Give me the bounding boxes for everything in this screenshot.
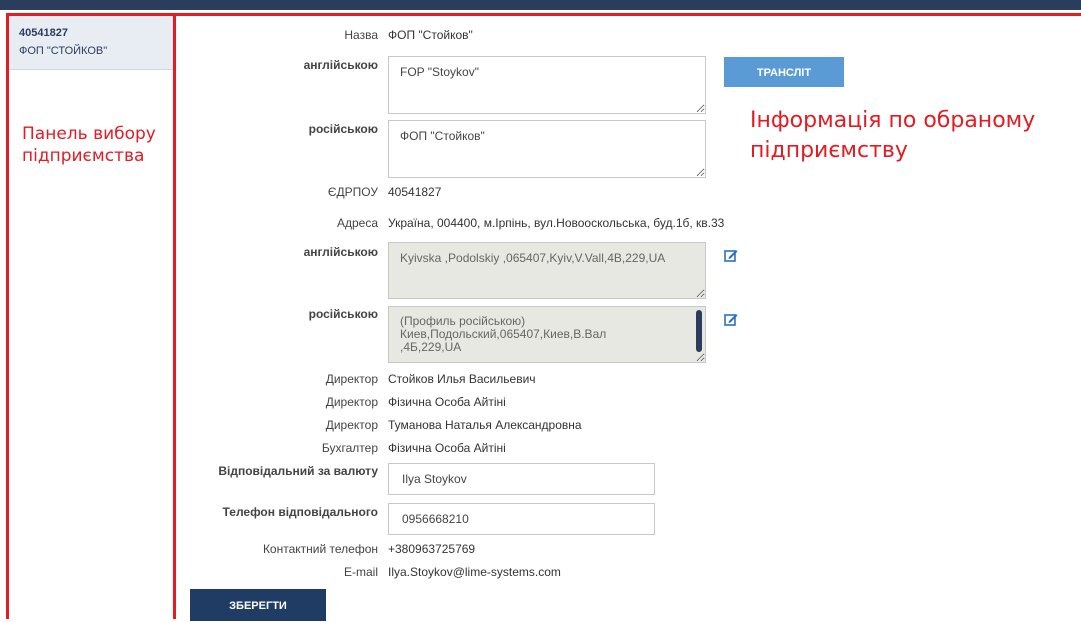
name-ru-label: російською	[308, 122, 378, 136]
currency-responsible-label: Відповідальний за валюту	[218, 464, 378, 478]
address-ru-textarea[interactable]: (Профиль російською) Киев,Подольский,065…	[388, 306, 706, 363]
responsible-phone-input[interactable]	[388, 503, 655, 535]
top-bar	[0, 0, 1081, 10]
accountant-label: Бухгалтер	[321, 441, 378, 455]
edit-icon[interactable]	[724, 312, 738, 326]
director-label: Директор	[325, 372, 378, 386]
company-info-annotation: Інформація по обраному підприємству	[750, 108, 1036, 163]
currency-responsible-input[interactable]	[388, 463, 655, 495]
accountant-value: Фізична Особа Айтіні	[388, 441, 506, 455]
textarea-scrollbar[interactable]	[696, 310, 702, 352]
email-value: Ilya.Stoykov@lime-systems.com	[388, 565, 561, 579]
name-ru-textarea[interactable]: ФОП "Стойков"	[388, 120, 706, 178]
responsible-phone-label: Телефон відповідального	[222, 505, 378, 519]
company-name: ФОП "СТОЙКОВ"	[19, 45, 108, 57]
director-value: Фізична Особа Айтіні	[388, 395, 506, 409]
contact-phone-value: +380963725769	[388, 542, 476, 556]
company-list-item[interactable]: 40541827 ФОП "СТОЙКОВ"	[9, 16, 173, 70]
director-value: Туманова Наталья Александровна	[388, 418, 582, 432]
save-button[interactable]: ЗБЕРЕГТИ	[190, 589, 326, 621]
address-en-textarea[interactable]: Kyivska ,Podolskiy ,065407,Kyiv,V.Vall,4…	[388, 242, 706, 299]
company-name-value: ФОП "Стойков"	[388, 28, 473, 42]
company-code: 40541827	[19, 27, 68, 39]
name-en-textarea[interactable]: FOP "Stoykov"	[388, 56, 706, 114]
company-selection-panel: 40541827 ФОП "СТОЙКОВ"	[9, 16, 173, 619]
address-label: Адреса	[336, 216, 378, 230]
translit-button[interactable]: ТРАНСЛІТ	[724, 57, 844, 87]
address-ru-label: російською	[308, 307, 378, 321]
director-value: Стойков Илья Васильевич	[388, 372, 536, 386]
contact-phone-label: Контактний телефон	[262, 542, 378, 556]
address-value: Україна, 004400, м.Ірпінь, вул.Новооскол…	[388, 216, 725, 230]
company-panel-annotation: Панель вибору підприємства	[22, 124, 156, 167]
edrpou-value: 40541827	[388, 185, 442, 199]
director-label: Директор	[325, 395, 378, 409]
edrpou-label: ЄДРПОУ	[327, 185, 378, 199]
name-label: Назва	[344, 28, 378, 42]
email-label: E-mail	[343, 565, 378, 579]
director-label: Директор	[325, 418, 378, 432]
name-en-label: англійською	[303, 58, 378, 72]
address-en-label: англійською	[303, 245, 378, 259]
edit-icon[interactable]	[724, 248, 738, 262]
